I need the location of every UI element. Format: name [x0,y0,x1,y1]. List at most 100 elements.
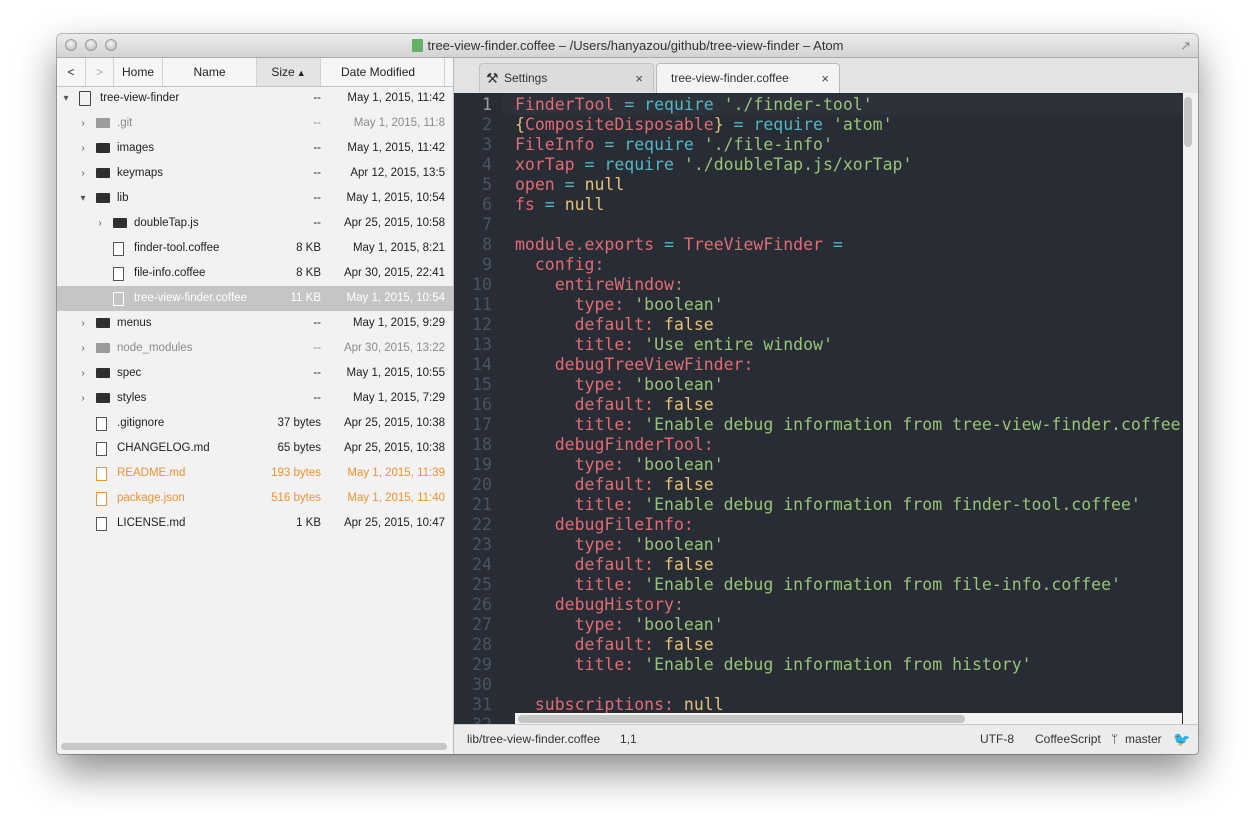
file-row[interactable]: README.md 193 bytes May 1, 2015, 11:39 [57,461,453,486]
code-token: debugFinderTool: [515,435,714,454]
disclosure-expanded-icon[interactable]: ▾ [61,86,71,111]
folder-row[interactable]: ▾ lib -- May 1, 2015, 10:54 [57,186,453,211]
file-row[interactable]: CHANGELOG.md 65 bytes Apr 25, 2015, 10:38 [57,436,453,461]
folder-row[interactable]: › doubleTap.js -- Apr 25, 2015, 10:58 [57,211,453,236]
code-token: 'Enable debug information from finder-to… [644,495,1141,514]
horizontal-scrollbar-thumb[interactable] [518,715,965,723]
code-token: 'Enable debug information from file-info… [644,575,1121,594]
code-line: type: 'boolean' [515,535,724,555]
file-list: ▾ tree-view-finder -- May 1, 2015, 11:42 › .g… [57,86,453,536]
code-token: TreeViewFinder [683,235,823,254]
code-token: debugHistory: [515,595,684,614]
tree-view-finder-panel: < > Home Name Size ▲ Date Modified ▾ tree-… [57,58,454,754]
git-branch[interactable]: master [1125,725,1162,753]
code-line: default: false [515,395,714,415]
disclosure-collapsed-icon[interactable]: › [78,161,88,186]
file-row[interactable]: LICENSE.md 1 KB Apr 25, 2015, 10:47 [57,511,453,536]
name-column-header[interactable]: Name [163,58,257,86]
home-button[interactable]: Home [114,58,163,86]
entry-date-modified: Apr 30, 2015, 13:22 [343,342,445,354]
entry-date-modified: Apr 25, 2015, 10:38 [343,442,445,454]
entry-size: -- [313,117,321,129]
folder-row[interactable]: › menus -- May 1, 2015, 9:29 [57,311,453,336]
code-line: subscriptions: null [515,695,724,715]
code-line: FileInfo = require './file-info' [515,135,833,155]
entry-name: .git [117,117,133,129]
status-file-path[interactable]: lib/tree-view-finder.coffee [467,725,600,753]
git-branch-icon: ᛘ [1111,732,1119,746]
code-token: open [515,175,555,194]
line-number: 25 [472,575,492,594]
feedback-icon[interactable]: 🐦 [1173,725,1190,753]
file-icon [96,492,107,506]
file-row[interactable]: tree-view-finder.coffee 11 KB May 1, 2015,… [57,286,453,311]
code-token: './doubleTap.js/xorTap' [673,155,913,174]
file-row[interactable]: finder-tool.coffee 8 KB May 1, 2015, 8:21 [57,236,453,261]
disclosure-collapsed-icon[interactable]: › [78,361,88,386]
code-token: entireWindow: [515,275,684,294]
forward-button[interactable]: > [86,58,114,86]
code-token: = [554,175,585,194]
tab-tree-view-finder-coffee[interactable]: tree-view-finder.coffee × [656,63,840,94]
entry-name: doubleTap.js [134,217,199,229]
code-token: './finder-tool' [713,95,873,114]
disclosure-collapsed-icon[interactable]: › [78,311,88,336]
entry-date-modified: May 1, 2015, 11:8 [353,117,445,129]
disclosure-expanded-icon[interactable]: ▾ [78,186,88,211]
disclosure-collapsed-icon[interactable]: › [78,111,88,136]
folder-icon [96,193,110,203]
folder-row[interactable]: ▾ tree-view-finder -- May 1, 2015, 11:42 [57,86,453,111]
code-token: default: [515,315,665,334]
cursor-position[interactable]: 1,1 [620,725,637,753]
entry-name: lib [117,192,129,204]
tab-settings[interactable]: ⚒ Settings × [479,63,654,92]
encoding-selector[interactable]: UTF-8 [980,725,1014,753]
sort-ascending-icon: ▲ [296,68,306,78]
disclosure-collapsed-icon[interactable]: › [78,336,88,361]
code-token: require [753,115,823,134]
file-icon [96,417,107,431]
entry-date-modified: May 1, 2015, 7:29 [352,392,445,404]
entry-name: styles [117,392,147,404]
line-number: 24 [472,555,492,574]
folder-row[interactable]: › styles -- May 1, 2015, 7:29 [57,386,453,411]
line-number: 13 [472,335,492,354]
code-token: 'boolean' [634,375,724,394]
close-icon[interactable]: × [635,64,643,93]
file-icon [113,242,124,256]
date-modified-column-header[interactable]: Date Modified [321,58,445,86]
vertical-scrollbar[interactable] [1184,97,1192,147]
disclosure-collapsed-icon[interactable]: › [95,211,105,236]
entry-name: file-info.coffee [134,267,206,279]
code-token: title: [515,335,645,354]
horizontal-scrollbar[interactable] [61,743,447,750]
line-number: 12 [472,315,492,334]
folder-row[interactable]: › spec -- May 1, 2015, 10:55 [57,361,453,386]
folder-row[interactable]: › .git -- May 1, 2015, 11:8 [57,111,453,136]
code-editor[interactable]: 1 2 3 4 5 6 7 8 9 10 11 12 13 14 15 16 17 18 19 20 21 22 23 24 2… [454,93,1198,725]
disclosure-collapsed-icon[interactable]: › [78,136,88,161]
size-column-header[interactable]: Size ▲ [257,58,321,86]
folder-row[interactable]: › node_modules -- Apr 30, 2015, 13:22 [57,336,453,361]
folder-row[interactable]: › images -- May 1, 2015, 11:42 [57,136,453,161]
entry-date-modified: May 1, 2015, 11:42 [347,142,445,154]
tab-label: Settings [504,71,548,85]
back-button[interactable]: < [57,58,86,86]
code-line: debugFinderTool: [515,435,714,455]
code-token: false [664,395,714,414]
file-row[interactable]: package.json 516 bytes May 1, 2015, 11:40 [57,486,453,511]
entry-size: -- [313,342,321,354]
code-token: null [584,175,625,194]
file-row[interactable]: .gitignore 37 bytes Apr 25, 2015, 10:38 [57,411,453,436]
line-number: 7 [482,215,492,234]
line-number: 29 [472,655,492,674]
line-number: 15 [472,375,492,394]
grammar-selector[interactable]: CoffeeScript [1035,725,1101,753]
fullscreen-icon[interactable]: ↗ [1180,38,1191,54]
close-icon[interactable]: × [821,64,829,93]
folder-icon [96,118,110,128]
folder-row[interactable]: › keymaps -- Apr 12, 2015, 13:5 [57,161,453,186]
code-token: config: [515,255,605,274]
file-row[interactable]: file-info.coffee 8 KB Apr 30, 2015, 22:41 [57,261,453,286]
disclosure-collapsed-icon[interactable]: › [78,386,88,411]
